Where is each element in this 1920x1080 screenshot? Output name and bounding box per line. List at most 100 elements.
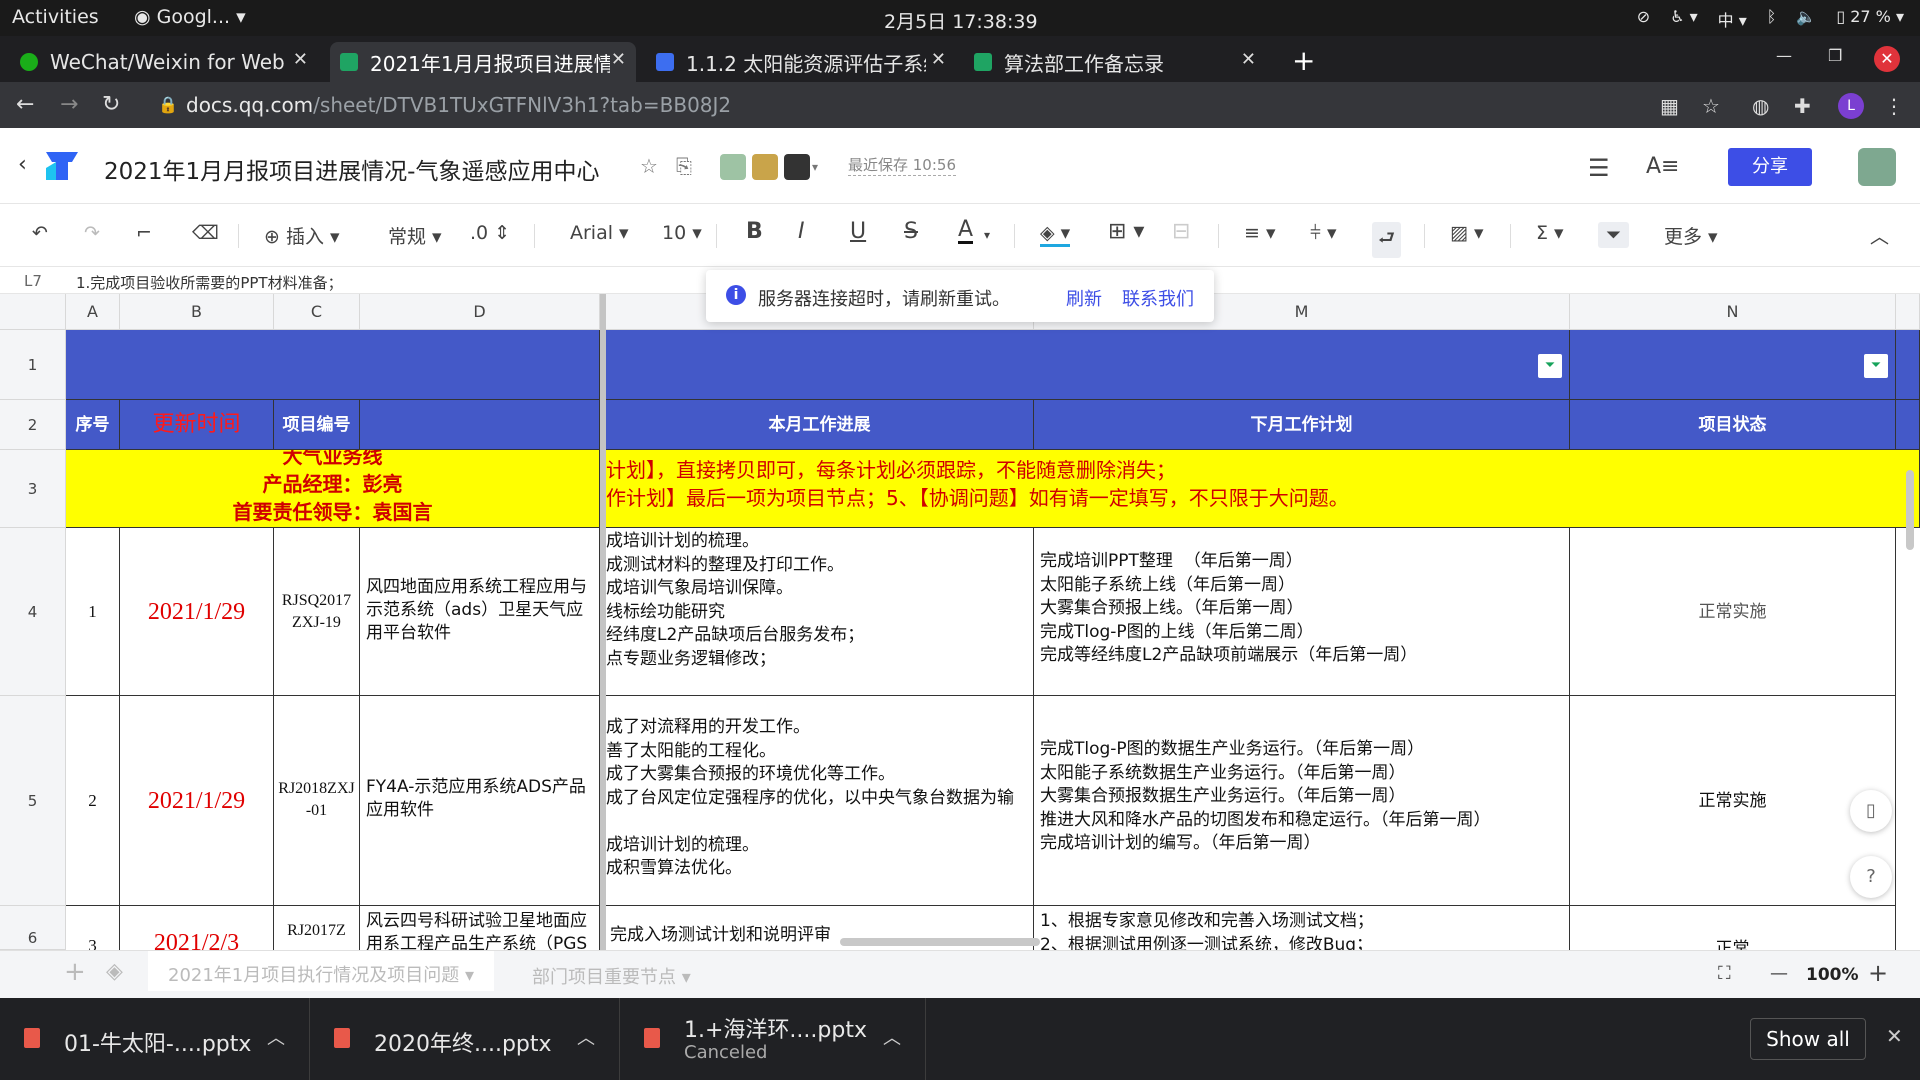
select-all-corner[interactable] <box>0 294 66 330</box>
close-icon[interactable]: ✕ <box>1886 1024 1903 1048</box>
font-size-select[interactable]: 10 ▾ <box>662 222 702 244</box>
show-all-button[interactable]: Show all <box>1750 1018 1866 1060</box>
activities-button[interactable]: Activities <box>12 6 99 28</box>
user-avatar[interactable] <box>1858 148 1896 186</box>
cell-code[interactable]: RJSQ2017ZXJ-19 <box>274 528 360 696</box>
collapse-toolbar-icon[interactable]: ︿ <box>1870 222 1889 249</box>
puzzle-icon[interactable]: ✚ <box>1794 94 1811 118</box>
sheet-tab-active[interactable]: 2021年1月项目执行情况及项目问题 ▾ <box>148 951 495 991</box>
merge-cells-icon[interactable]: ⊟ <box>1172 219 1190 244</box>
column-header-d[interactable]: D <box>360 294 600 330</box>
cell-plan[interactable]: 完成Tlog-P图的数据生产业务运行。（年后第一周） 太阳能子系统数据生产业务运… <box>1034 696 1570 906</box>
zoom-out-button[interactable]: — <box>1770 963 1788 984</box>
tab-algorithm-memo[interactable]: 算法部工作备忘录 ✕ <box>964 42 1266 82</box>
share-button[interactable]: 分享 <box>1728 148 1812 186</box>
cell-progress[interactable]: 成培训计划的梳理。 成测试材料的整理及打印工作。 成培训气象局培训保障。 线标绘… <box>606 528 1034 696</box>
back-icon[interactable]: ← <box>16 92 34 117</box>
sum-icon[interactable]: Σ ▾ <box>1536 222 1564 244</box>
maximize-button[interactable]: ❐ <box>1828 46 1842 65</box>
star-icon[interactable]: ☆ <box>640 154 658 178</box>
collaborator-avatar[interactable] <box>720 154 746 180</box>
filter-icon[interactable]: ⏷ <box>1538 354 1562 378</box>
title-row-cell[interactable]: ⏷ <box>606 330 1570 400</box>
close-icon[interactable]: ✕ <box>931 49 946 70</box>
download-item[interactable]: 1.+海洋环....pptx Canceled ︿ <box>620 998 926 1080</box>
cell-seq[interactable]: 3 <box>66 906 120 950</box>
frozen-column-divider[interactable] <box>600 294 606 950</box>
chevron-down-icon[interactable]: ▾ <box>812 160 818 174</box>
bold-icon[interactable]: B <box>746 219 763 244</box>
conditional-format-icon[interactable]: ▨ ▾ <box>1450 222 1484 244</box>
spreadsheet-grid[interactable]: A B C D M N 1 2 3 4 5 6 ⏷ ⏷ 序号 更新时间 项目编号… <box>0 294 1920 950</box>
cell-code[interactable]: RJ2018ZXJ-01 <box>274 696 360 906</box>
banner-left[interactable]: 大气业务线 产品经理：彭亮 首要责任领导：袁国言 <box>66 450 600 528</box>
vertical-scrollbar[interactable] <box>1906 470 1914 550</box>
wrap-text-icon[interactable]: ⮐ <box>1372 222 1402 258</box>
italic-icon[interactable]: I <box>798 219 805 244</box>
font-color-icon[interactable]: A <box>958 219 974 244</box>
row-header-3[interactable]: 3 <box>0 450 66 528</box>
tab-solar-doc[interactable]: 1.1.2 太阳能资源评估子系统 ✕ <box>646 42 956 82</box>
header-update-time[interactable]: 更新时间 <box>120 400 274 450</box>
row-header-2[interactable]: 2 <box>0 400 66 450</box>
underline-icon[interactable]: U <box>850 219 866 244</box>
row-header-1[interactable]: 1 <box>0 330 66 400</box>
profile-avatar[interactable]: L <box>1838 93 1864 119</box>
cell-project-name[interactable]: 风四地面应用系统工程应用与示范系统（ads）卫星天气应用平台软件 <box>360 528 600 696</box>
collaborator-avatar[interactable] <box>752 154 778 180</box>
row-header-4[interactable]: 4 <box>0 528 66 696</box>
header-code[interactable]: 项目编号 <box>274 400 360 450</box>
row-header-6[interactable]: 6 <box>0 906 66 950</box>
collaborator-avatar[interactable] <box>784 154 810 180</box>
filter-icon[interactable]: ⏷ <box>1864 354 1888 378</box>
contact-us-link[interactable]: 联系我们 <box>1122 285 1194 311</box>
header-seq[interactable]: 序号 <box>66 400 120 450</box>
horizontal-scrollbar[interactable] <box>840 938 1040 946</box>
chevron-up-icon[interactable]: ︿ <box>883 1024 901 1050</box>
cell-project-name[interactable]: 风云四号科研试验卫星地面应用系工程产品生产系统（PGS <box>360 906 600 950</box>
cell-status[interactable]: 正常实施 <box>1570 696 1896 906</box>
cell-seq[interactable]: 2 <box>66 696 120 906</box>
sheet-list-icon[interactable]: ◈ <box>106 959 123 984</box>
sheet-tab[interactable]: 部门项目重要节点 ▾ <box>532 963 691 989</box>
align-icon[interactable]: ≡ ▾ <box>1244 222 1276 244</box>
cell-code[interactable]: RJ2017Z <box>274 906 360 950</box>
column-header-c[interactable]: C <box>274 294 360 330</box>
input-method[interactable]: 中 ▾ <box>1718 7 1747 31</box>
cell-reference[interactable]: L7 <box>24 272 42 290</box>
zoom-in-button[interactable]: + <box>1868 959 1888 987</box>
export-icon[interactable]: ⎘ <box>676 154 692 178</box>
help-icon[interactable]: ? <box>1850 856 1892 898</box>
download-item[interactable]: 2020年终....pptx ︿ <box>310 998 620 1080</box>
color-extension-icon[interactable]: ◍ <box>1752 94 1769 118</box>
forward-icon[interactable]: → <box>60 92 78 117</box>
clock[interactable]: 2月5日 17:38:39 <box>884 7 1038 34</box>
row-header-5[interactable]: 5 <box>0 696 66 906</box>
minimize-button[interactable]: — <box>1776 46 1792 65</box>
insert-button[interactable]: ⊕ 插入 ▾ <box>264 222 340 249</box>
cell-project-name[interactable]: FY4A-示范应用系统ADS产品应用软件 <box>360 696 600 906</box>
header-project-name[interactable] <box>360 400 600 450</box>
column-header-o[interactable] <box>1896 294 1920 330</box>
text-style-icon[interactable]: A≡ <box>1646 154 1679 179</box>
mobile-view-icon[interactable]: ▯ <box>1850 790 1892 832</box>
vertical-align-icon[interactable]: ⫩ ▾ <box>1310 222 1336 244</box>
close-icon[interactable]: ✕ <box>293 49 308 70</box>
header-progress[interactable]: 本月工作进展 <box>606 400 1034 450</box>
app-menu[interactable]: ◉ Googl... ▾ <box>134 6 246 28</box>
font-family-select[interactable]: Arial ▾ <box>570 222 629 244</box>
undo-icon[interactable]: ↶ <box>32 222 48 244</box>
chevron-up-icon[interactable]: ︿ <box>577 1024 595 1050</box>
cell-plan[interactable]: 完成培训PPT整理 （年后第一周） 太阳能子系统上线（年后第一周） 大雾集合预报… <box>1034 528 1570 696</box>
url-field[interactable]: 🔒 docs.qq.com/sheet/DTVB1TUxGTFNlV3h1?ta… <box>146 88 1626 122</box>
tab-wechat[interactable]: WeChat/Weixin for Web ✕ <box>10 42 318 82</box>
strikethrough-icon[interactable]: S <box>904 219 918 244</box>
window-close-button[interactable]: ✕ <box>1874 46 1900 72</box>
cell-update-time[interactable]: 2021/1/29 <box>120 528 274 696</box>
fill-color-icon[interactable]: ◈ ▾ <box>1040 222 1071 247</box>
cell-update-time[interactable]: 2021/2/3 <box>120 906 274 950</box>
cell-plan[interactable]: 1、根据专家意见修改和完善入场测试文档； 2、根据测试用例逐一测试系统，修改Bu… <box>1034 906 1570 950</box>
column-header-a[interactable]: A <box>66 294 120 330</box>
header-plan[interactable]: 下月工作计划 <box>1034 400 1570 450</box>
header-status[interactable]: 项目状态 <box>1570 400 1896 450</box>
